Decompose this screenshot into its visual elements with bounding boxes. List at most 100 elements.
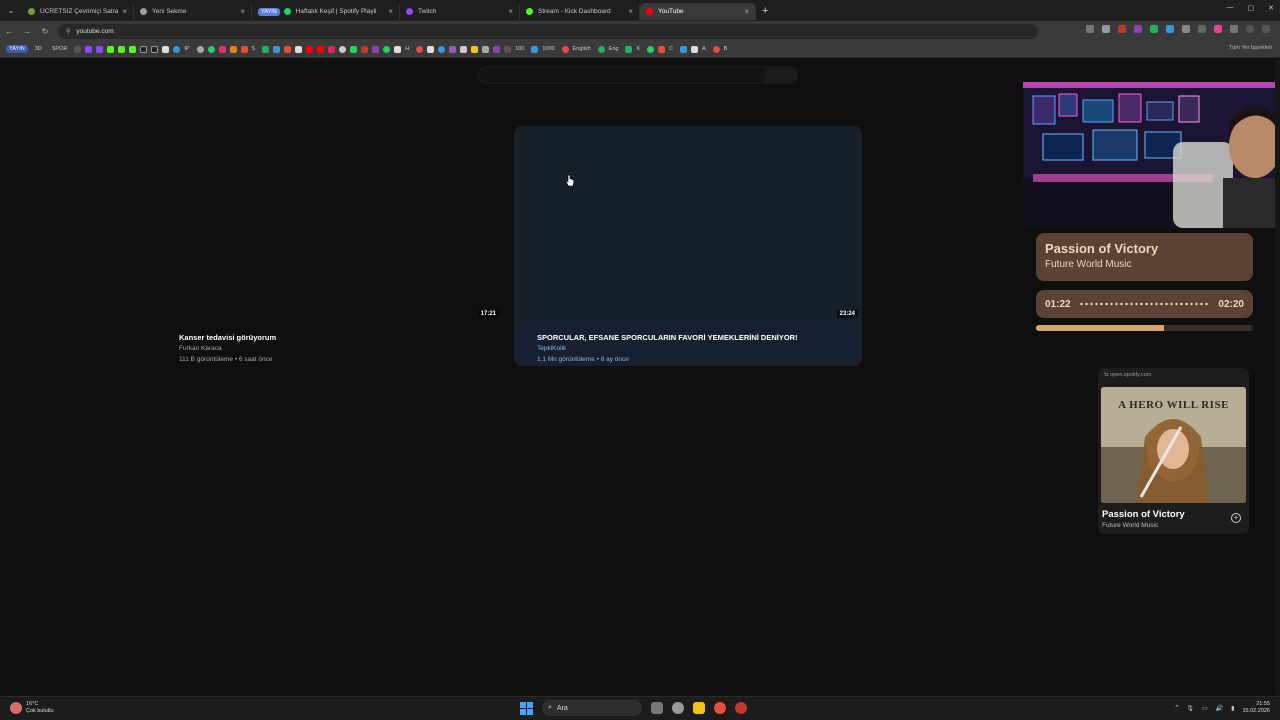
globe-icon[interactable]	[173, 45, 181, 53]
microphone-icon[interactable]: 🎙	[1186, 705, 1194, 712]
bookmark-label[interactable]: A	[702, 46, 706, 52]
tab-group-badge[interactable]: YAYIN	[258, 7, 280, 16]
bookmark-icon[interactable]	[85, 45, 93, 53]
bookmark-label[interactable]: K	[636, 46, 640, 52]
all-bookmarks-folder[interactable]: Tüm Yer İşaretleri	[1229, 45, 1272, 51]
tab-search-icon[interactable]: ⌄	[0, 0, 22, 21]
bookmark-icon[interactable]	[328, 45, 336, 53]
site-info-icon[interactable]: ⚲	[66, 28, 70, 35]
video-card-hovered[interactable]: 23:24 SPORCULAR, EFSANE SPORCULARIN FAVO…	[514, 126, 862, 366]
bookmark-icon[interactable]	[416, 45, 424, 53]
tab-twitch[interactable]: Twitch ×	[400, 3, 520, 20]
windows-start-icon[interactable]	[520, 701, 533, 715]
cast-icon[interactable]	[1086, 25, 1094, 33]
tab-spotify[interactable]: YAYIN Haftalık Keşif | Spotify Playli ×	[252, 3, 400, 20]
volume-icon[interactable]: 🔊	[1216, 705, 1223, 712]
bookmark-icon[interactable]	[647, 45, 655, 53]
reload-icon[interactable]: ↻	[36, 27, 54, 36]
chevron-up-icon[interactable]: ^	[1176, 705, 1179, 711]
video-thumbnail[interactable]: 23:24	[514, 126, 862, 322]
extension-icon[interactable]	[1214, 25, 1222, 33]
bookmark-icon[interactable]	[691, 45, 699, 53]
app-icon[interactable]	[735, 702, 747, 714]
bookmark-icon[interactable]	[493, 45, 501, 53]
bookmark-icon[interactable]	[162, 45, 170, 53]
bookmark-icon[interactable]	[372, 45, 380, 53]
add-to-library-icon[interactable]: +	[1231, 513, 1241, 523]
extension-icon[interactable]	[1118, 25, 1126, 33]
bookmark-icon[interactable]	[339, 45, 347, 53]
task-view-icon[interactable]	[651, 702, 663, 714]
bookmark-icon[interactable]	[438, 45, 446, 53]
video-title[interactable]: SPORCULAR, EFSANE SPORCULARIN FAVORİ YEM…	[537, 333, 798, 342]
bookmark-icon[interactable]	[504, 45, 512, 53]
weather-widget[interactable]: 16°C Çok bulutlu	[10, 701, 54, 715]
search-icon[interactable]	[765, 67, 797, 83]
album-art[interactable]: A HERO WILL RISE	[1101, 387, 1246, 503]
forward-arrow-icon[interactable]: →	[18, 27, 36, 36]
bookmark-icon[interactable]	[196, 45, 204, 53]
network-icon[interactable]: ▭	[1202, 705, 1208, 712]
bookmark-icon[interactable]	[460, 45, 468, 53]
bookmark-icon[interactable]	[262, 45, 270, 53]
menu-kebab-icon[interactable]	[1262, 25, 1270, 33]
new-tab-plus-icon[interactable]: +	[762, 5, 768, 17]
close-icon[interactable]: ×	[508, 7, 513, 16]
youtube-search-input[interactable]	[478, 66, 798, 84]
close-icon[interactable]: ×	[744, 7, 749, 16]
close-icon[interactable]: ×	[388, 7, 393, 16]
maximize-icon[interactable]: ▢	[1248, 4, 1255, 12]
bookmark-icon[interactable]	[394, 45, 402, 53]
tiktok-icon[interactable]	[140, 45, 148, 53]
page-scrollbar[interactable]	[1275, 60, 1280, 695]
bookmark-label[interactable]: B	[724, 46, 728, 52]
video-card[interactable]: 17:21 Kanser tedavisi görüyorum Furkan K…	[171, 126, 503, 366]
bookmark-folder-yayin[interactable]: YAYIN	[6, 45, 28, 53]
profile-avatar-icon[interactable]	[1246, 25, 1254, 33]
youtube-icon[interactable]	[306, 45, 314, 53]
spotify-track-artist[interactable]: Future World Music	[1102, 522, 1158, 529]
instagram-icon[interactable]	[218, 45, 226, 53]
tab-chess[interactable]: ÜCRETSİZ Çevrimiçi Satranç Oy ×	[22, 3, 134, 20]
bookmark-icon[interactable]	[295, 45, 303, 53]
bookmark-icon[interactable]	[361, 45, 369, 53]
minimize-icon[interactable]: —	[1227, 4, 1234, 12]
back-arrow-icon[interactable]: ←	[0, 27, 18, 36]
bookmark-icon[interactable]	[712, 45, 720, 53]
bookmark-label[interactable]: S	[252, 46, 256, 52]
bookmark-icon[interactable]	[118, 45, 126, 53]
video-thumbnail[interactable]: 17:21	[171, 126, 503, 322]
bookmark-label[interactable]: Eng	[609, 46, 619, 52]
chrome-icon[interactable]	[714, 702, 726, 714]
youtube-icon[interactable]	[317, 45, 325, 53]
whatsapp-icon[interactable]	[207, 45, 215, 53]
bookmark-icon[interactable]	[625, 45, 633, 53]
bookmark-icon[interactable]	[129, 45, 137, 53]
bookmark-icon[interactable]	[449, 45, 457, 53]
bookmark-label[interactable]: C	[669, 46, 673, 52]
bookmark-icon[interactable]	[96, 45, 104, 53]
extension-icon[interactable]	[1182, 25, 1190, 33]
star-icon[interactable]	[1102, 25, 1110, 33]
bookmark-icon[interactable]	[482, 45, 490, 53]
clock[interactable]: 21:55 15.02.2026	[1242, 701, 1270, 715]
bookmark-icon[interactable]	[350, 45, 358, 53]
bookmark-icon[interactable]	[107, 45, 115, 53]
bookmark-icon[interactable]	[229, 45, 237, 53]
tab-youtube[interactable]: YouTube ×	[640, 3, 756, 20]
apps-grid-icon[interactable]	[74, 45, 82, 53]
file-explorer-icon[interactable]	[693, 702, 705, 714]
close-icon[interactable]: ×	[240, 7, 245, 16]
bookmark-icon[interactable]	[680, 45, 688, 53]
bookmark-label[interactable]: 1000	[542, 46, 554, 52]
tab-new-tab[interactable]: Yeni Sekme ×	[134, 3, 252, 20]
bookmark-icon[interactable]	[658, 45, 666, 53]
channel-name[interactable]: Furkan Karaca	[179, 345, 222, 352]
extension-icon[interactable]	[1166, 25, 1174, 33]
settings-gear-icon[interactable]	[672, 702, 684, 714]
spotify-icon[interactable]	[383, 45, 391, 53]
bookmark-icon[interactable]	[471, 45, 479, 53]
puzzle-icon[interactable]	[1230, 25, 1238, 33]
extension-icon[interactable]	[1134, 25, 1142, 33]
extension-icon[interactable]	[1150, 25, 1158, 33]
